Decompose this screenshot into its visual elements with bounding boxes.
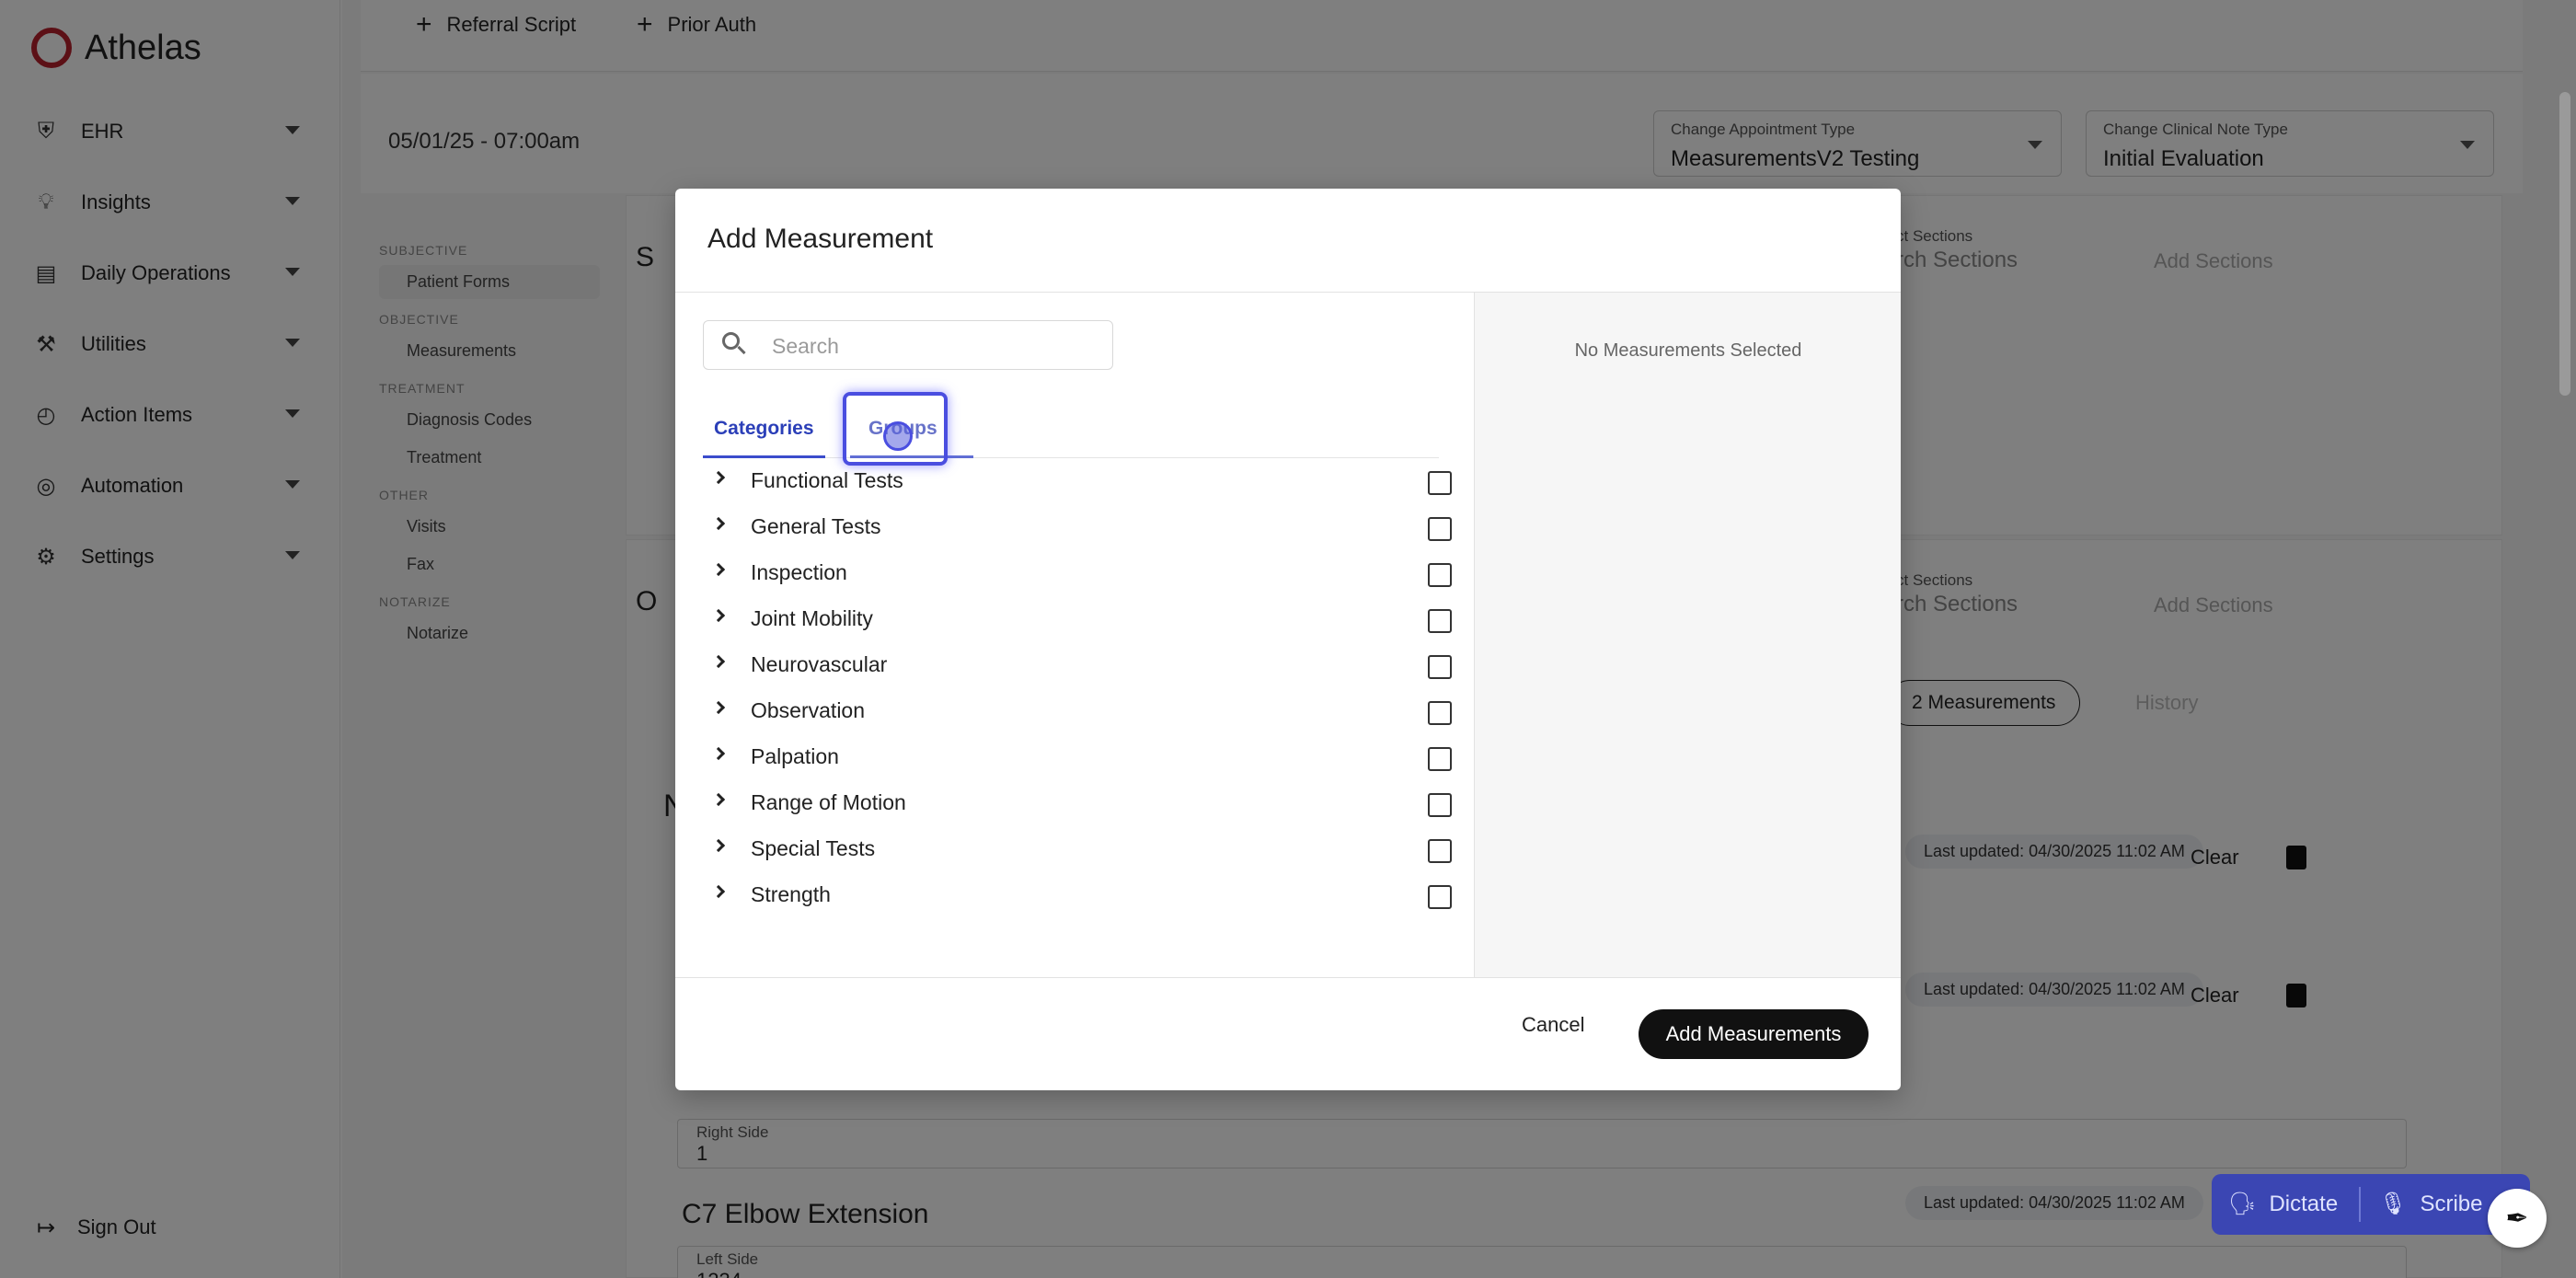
category-checkbox[interactable] [1428,839,1452,863]
cursor-indicator [883,421,913,451]
chevron-right-icon[interactable] [711,884,726,899]
categories-panel: Categories Groups Functional Tests Gener… [675,293,1474,978]
category-row[interactable]: Neurovascular [703,644,1452,690]
category-checkbox[interactable] [1428,747,1452,771]
category-checkbox[interactable] [1428,563,1452,587]
category-name: Joint Mobility [751,606,873,630]
divider [2359,1187,2361,1222]
tab-categories[interactable]: Categories [714,418,814,440]
category-checkbox[interactable] [1428,655,1452,679]
category-row[interactable]: Strength [703,874,1452,920]
add-measurement-dialog: Add Measurement Categories Groups Functi… [675,189,1901,1090]
chevron-right-icon[interactable] [711,700,726,715]
category-row[interactable]: Range of Motion [703,782,1452,828]
chevron-right-icon[interactable] [711,654,726,669]
category-checkbox[interactable] [1428,885,1452,909]
category-name: Strength [751,882,831,906]
category-name: Functional Tests [751,468,903,492]
category-row[interactable]: Functional Tests [703,460,1452,506]
category-name: Range of Motion [751,790,906,814]
divider [675,977,1901,978]
chevron-right-icon[interactable] [711,516,726,531]
category-row[interactable]: Observation [703,690,1452,736]
category-name: Special Tests [751,836,876,860]
microphone-icon: 🎙︎ [2379,1192,2408,1216]
category-checkbox[interactable] [1428,609,1452,633]
search-input[interactable] [772,330,1094,362]
category-checkbox[interactable] [1428,517,1452,541]
category-row[interactable]: Special Tests [703,828,1452,874]
scribe-label: Scribe [2420,1191,2483,1216]
add-measurements-button[interactable]: Add Measurements [1639,1009,1869,1059]
chevron-right-icon[interactable] [711,792,726,807]
active-tab-indicator [703,455,825,458]
cancel-button[interactable]: Cancel [1522,1013,1584,1037]
category-checkbox[interactable] [1428,471,1452,495]
chevron-right-icon[interactable] [711,608,726,623]
category-checkbox[interactable] [1428,701,1452,725]
scribe-button[interactable]: 🎙︎ Scribe [2379,1191,2483,1217]
tab-bar: Categories Groups [703,392,1439,466]
category-checkbox[interactable] [1428,793,1452,817]
chevron-right-icon[interactable] [711,746,726,761]
dictate-label: Dictate [2269,1191,2339,1216]
scrollbar[interactable] [2559,92,2570,396]
chevron-right-icon[interactable] [711,470,726,485]
category-row[interactable]: Joint Mobility [703,598,1452,644]
dictation-bar: 🗣︎ Dictate 🎙︎ Scribe [2212,1174,2530,1235]
dictate-button[interactable]: 🗣︎ Dictate [2228,1191,2338,1217]
category-row[interactable]: Inspection [703,552,1452,598]
category-row[interactable]: General Tests [703,506,1452,552]
chevron-right-icon[interactable] [711,562,726,577]
category-name: Inspection [751,560,847,584]
selected-measurements-panel: No Measurements Selected [1474,293,1901,978]
chevron-right-icon[interactable] [711,838,726,853]
category-row[interactable]: Palpation [703,736,1452,782]
category-name: Observation [751,698,866,722]
quill-icon: ✒ [2505,1203,2529,1234]
dictate-icon: 🗣︎ [2228,1192,2257,1216]
empty-selection-message: No Measurements Selected [1574,340,1802,361]
dialog-title: Add Measurement [707,224,934,254]
category-name: Palpation [751,744,839,768]
category-name: General Tests [751,514,881,538]
search-icon [722,332,746,355]
category-name: Neurovascular [751,652,888,676]
search-field[interactable] [703,320,1113,370]
assistant-fab-button[interactable]: ✒ [2488,1189,2547,1248]
